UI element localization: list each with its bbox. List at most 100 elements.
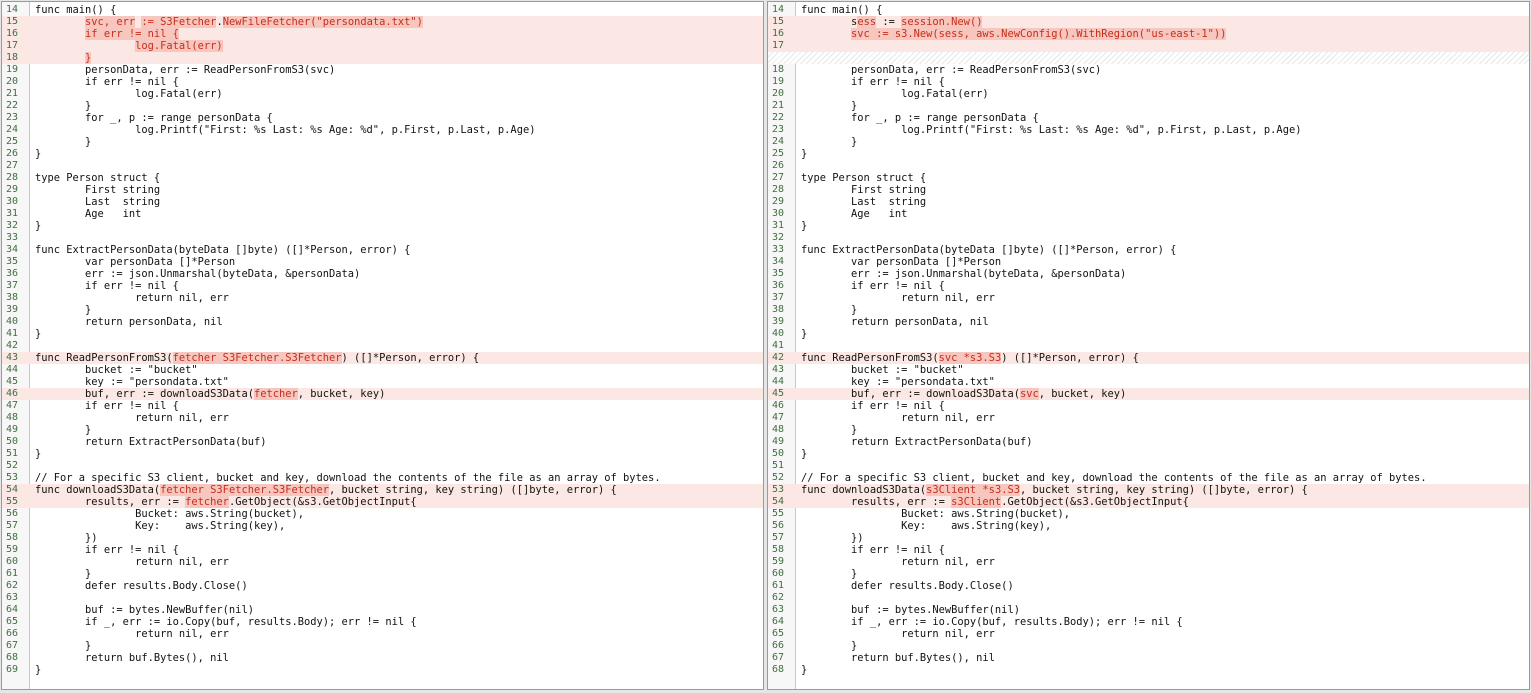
line-code: for _, p := range personData { [35, 112, 273, 124]
line-number: 53 [772, 484, 785, 495]
changed-token: NewFileFetcher("persondata.txt") [222, 16, 423, 28]
code-lines: 14 func main() {15 sess := session.New() 1… [768, 4, 1529, 676]
code-line: 21 log.Fatal(err) [2, 88, 763, 100]
code-line: 24 log.Printf("First: %s Last: %s Age: %… [2, 124, 763, 136]
changed-line: 18 } [2, 52, 763, 64]
code-line: 26 [768, 160, 1529, 172]
line-number: 19 [772, 76, 785, 87]
line-number: 42 [6, 340, 19, 351]
line-code: } [801, 148, 808, 160]
line-number: 23 [772, 124, 785, 135]
code-line: 21 } [768, 100, 1529, 112]
line-code: log.Printf("First: %s Last: %s Age: %d",… [801, 124, 1302, 136]
line-number: 43 [6, 352, 19, 363]
line-number: 26 [6, 148, 19, 159]
line-code: // For a specific S3 client, bucket and … [35, 472, 661, 484]
line-number: 63 [772, 604, 785, 615]
line-number: 15 [6, 16, 19, 27]
line-code: return nil, err [35, 412, 229, 424]
line-number: 58 [772, 544, 785, 555]
line-code: } [35, 424, 92, 436]
code-line: 40 return personData, nil [2, 316, 763, 328]
line-number: 51 [772, 460, 785, 471]
diff-filler-row [768, 52, 1529, 64]
line-code: func downloadS3Data(fetcher S3Fetcher.S3… [35, 484, 617, 496]
line-code: } [35, 148, 42, 160]
code-line: 18 personData, err := ReadPersonFromS3(s… [768, 64, 1529, 76]
line-number: 66 [772, 640, 785, 651]
line-number: 33 [772, 244, 785, 255]
changed-token: if err != nil { [85, 28, 179, 40]
line-number: 17 [6, 40, 19, 51]
line-number: 68 [772, 664, 785, 675]
line-code: Key: aws.String(key), [801, 520, 1052, 532]
line-code: } [35, 100, 92, 112]
line-number: 27 [6, 160, 19, 171]
code-line: 64 if _, err := io.Copy(buf, results.Bod… [768, 616, 1529, 628]
code-line: 38 } [768, 304, 1529, 316]
changed-line: 16 svc := s3.New(sess, aws.NewConfig().W… [768, 28, 1529, 40]
code-line: 58 if err != nil { [768, 544, 1529, 556]
code-line: 33 func ExtractPersonData(byteData []byte… [768, 244, 1529, 256]
code-line: 14 func main() { [2, 4, 763, 16]
left-diff-pane[interactable]: 14 func main() {15 svc, err := S3Fetcher.… [1, 1, 764, 690]
line-code: return personData, nil [801, 316, 989, 328]
line-code: }) [801, 532, 864, 544]
line-number: 40 [6, 316, 19, 327]
line-number: 46 [772, 400, 785, 411]
line-code: func downloadS3Data(s3Client *s3.S3, buc… [801, 484, 1308, 496]
line-code: func ExtractPersonData(byteData []byte) … [35, 244, 411, 256]
line-number: 64 [772, 616, 785, 627]
code-line: 62 defer results.Body.Close() [2, 580, 763, 592]
line-code: log.Fatal(err) [801, 88, 989, 100]
code-line: 37 if err != nil { [2, 280, 763, 292]
changed-line: 16 if err != nil { [2, 28, 763, 40]
changed-token: fetcher [253, 388, 298, 400]
line-number: 60 [772, 568, 785, 579]
code-line: 59 return nil, err [768, 556, 1529, 568]
code-line: 69} [2, 664, 763, 676]
line-number: 33 [6, 232, 19, 243]
code-line: 58 }) [2, 532, 763, 544]
code-line: 28 type Person struct { [2, 172, 763, 184]
line-number: 37 [6, 280, 19, 291]
line-code: key := "persondata.txt" [801, 376, 995, 388]
right-diff-pane[interactable]: 14 func main() {15 sess := session.New() 1… [767, 1, 1530, 690]
line-code: First string [35, 184, 161, 196]
code-line: 49 return ExtractPersonData(buf) [768, 436, 1529, 448]
line-code: // For a specific S3 client, bucket and … [801, 472, 1427, 484]
line-code: if err != nil { [35, 544, 179, 556]
line-number: 38 [772, 304, 785, 315]
line-code: type Person struct { [801, 172, 927, 184]
line-number: 16 [6, 28, 19, 39]
line-code: buf := bytes.NewBuffer(nil) [35, 604, 254, 616]
line-code: } [801, 640, 858, 652]
line-code: defer results.Body.Close() [35, 580, 248, 592]
code-line: 25} [768, 148, 1529, 160]
code-line: 66 } [768, 640, 1529, 652]
line-number: 22 [772, 112, 785, 123]
changed-token: svc [1019, 388, 1039, 400]
line-code: if err != nil { [801, 280, 945, 292]
code-line: 50 return ExtractPersonData(buf) [2, 436, 763, 448]
line-code: if err != nil { [801, 544, 945, 556]
line-number: 61 [6, 568, 19, 579]
code-line: 56 Bucket: aws.String(bucket), [2, 508, 763, 520]
line-code: results, err := s3Client.GetObject(&s3.G… [801, 496, 1189, 508]
line-number: 18 [6, 52, 19, 63]
line-number: 44 [772, 376, 785, 387]
line-code: if _, err := io.Copy(buf, results.Body);… [35, 616, 417, 628]
line-number: 39 [6, 304, 19, 315]
code-line: 68} [768, 664, 1529, 676]
line-code: return ExtractPersonData(buf) [801, 436, 1033, 448]
line-code: Bucket: aws.String(bucket), [35, 508, 304, 520]
line-number: 15 [772, 16, 785, 27]
code-line: 57 }) [768, 532, 1529, 544]
line-code: if err != nil { [801, 76, 945, 88]
line-number: 62 [6, 580, 19, 591]
code-line: 44 key := "persondata.txt" [768, 376, 1529, 388]
line-code: key := "persondata.txt" [35, 376, 229, 388]
line-number: 17 [772, 40, 785, 51]
code-line: 47 return nil, err [768, 412, 1529, 424]
line-number: 48 [772, 424, 785, 435]
